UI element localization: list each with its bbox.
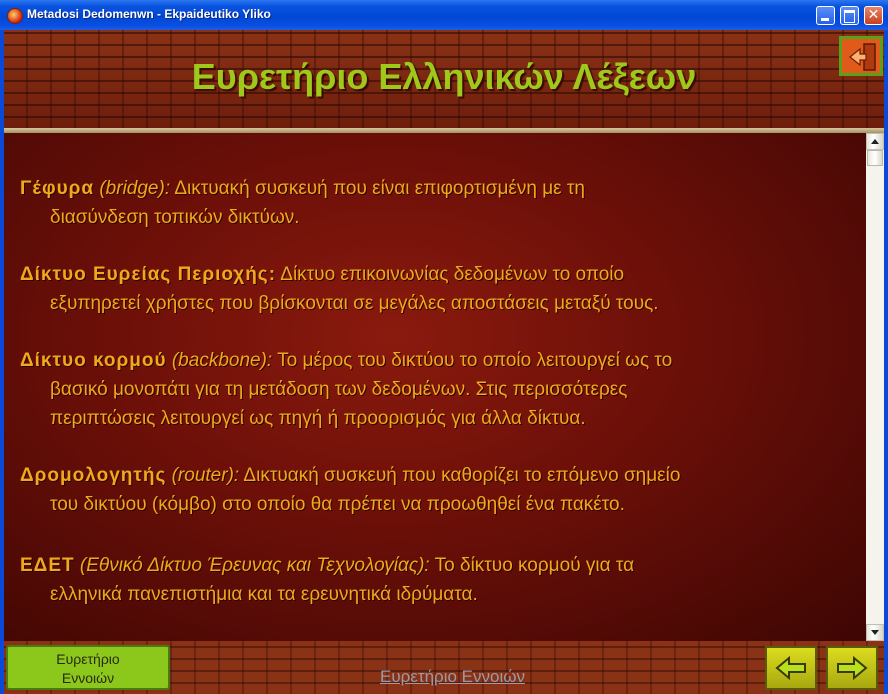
scroll-down-button[interactable] — [866, 624, 884, 641]
window-title: Metadosi Dedomenwn - Ekpaideutiko Yliko — [27, 7, 271, 21]
arrow-left-icon — [775, 656, 806, 680]
back-button[interactable] — [765, 646, 817, 690]
vertical-scrollbar[interactable] — [866, 133, 884, 641]
glossary-entry: Γέφυρα (bridge): Δικτυακή συσκευή που εί… — [20, 174, 858, 232]
entry-definition-cont: βασικό μονοπάτι για τη μετάδοση των δεδο… — [50, 379, 628, 400]
scroll-down-icon — [871, 630, 879, 635]
close-button[interactable]: ✕ — [864, 6, 883, 25]
entry-term: Δίκτυο Ευρείας Περιοχής: — [20, 264, 277, 285]
entry-term: Δίκτυο κορμού — [20, 350, 167, 371]
entry-english: (router): — [171, 465, 240, 486]
entry-definition: Το μέρος του δικτύου το οποίο λειτουργεί… — [277, 350, 673, 371]
index-button-label-1: Ευρετήριο — [56, 651, 120, 667]
page-footer: Ευρετήριο Εννοιών Ευρετήριο Εννοιών — [4, 641, 884, 694]
glossary-content: Γέφυρα (bridge): Δικτυακή συσκευή που εί… — [4, 133, 866, 641]
glossary-entry: ΕΔΕΤ (Εθνικό Δίκτυο Έρευνας και Τεχνολογ… — [20, 551, 858, 609]
entry-definition: Δικτυακή συσκευή που καθορίζει το επόμεν… — [243, 465, 681, 486]
window-title-bar[interactable]: Metadosi Dedomenwn - Ekpaideutiko Yliko … — [0, 0, 888, 30]
entry-definition-cont: εξυπηρετεί χρήστες που βρίσκονται σε μεγ… — [50, 293, 659, 314]
window-frame-right — [884, 30, 888, 694]
maximize-button[interactable] — [840, 6, 859, 25]
entry-definition: Δίκτυο επικοινωνίας δεδομένων το οποίο — [280, 264, 625, 285]
entry-definition-cont: ελληνικά πανεπιστήμια και τα ερευνητικά … — [50, 584, 478, 605]
entry-english: (backbone): — [171, 350, 273, 371]
concept-index-button[interactable]: Ευρετήριο Εννοιών — [6, 645, 170, 690]
exit-door-icon — [849, 43, 876, 71]
entry-term: Δρομολογητής — [20, 465, 167, 486]
forward-button[interactable] — [826, 646, 878, 690]
index-button-label-2: Εννοιών — [61, 670, 115, 686]
entry-english: (Εθνικό Δίκτυο Έρευνας και Τεχνολογίας): — [79, 555, 430, 576]
glossary-entry: Δίκτυο Ευρείας Περιοχής: Δίκτυο επικοινω… — [20, 260, 858, 318]
page-title: Ευρετήριο Ελληνικών Λέξεων — [191, 56, 697, 97]
entry-definition: Το δίκτυο κορμού για τα — [434, 555, 635, 576]
entry-definition: Δικτυακή συσκευή που είναι επιφορτισμένη… — [174, 178, 585, 199]
close-icon: ✕ — [867, 6, 880, 22]
minimize-icon — [821, 18, 829, 21]
entry-english: (bridge): — [99, 178, 171, 199]
scroll-up-icon — [871, 139, 879, 144]
entry-definition-cont: διασύνδεση τοπικών δικτύων. — [50, 207, 300, 228]
concept-index-link[interactable]: Ευρετήριο Εννοιών — [380, 667, 525, 687]
app-icon[interactable] — [7, 8, 23, 24]
entry-term: Γέφυρα — [20, 178, 95, 199]
minimize-button[interactable] — [816, 6, 835, 25]
glossary-entry: Δρομολογητής (router): Δικτυακή συσκευή … — [20, 461, 858, 519]
entry-definition-cont: του δικτύου (κόμβο) στο οποίο θα πρέπει … — [50, 494, 625, 515]
scroll-up-button[interactable] — [866, 133, 884, 150]
entry-definition-cont: περιπτώσεις λειτουργεί ως πηγή ή προορισ… — [50, 408, 586, 429]
page-header: Ευρετήριο Ελληνικών Λέξεων — [4, 30, 884, 128]
scrollbar-thumb[interactable] — [867, 150, 883, 166]
maximize-icon — [844, 10, 855, 23]
arrow-right-icon — [837, 656, 868, 680]
glossary-entry: Δίκτυο κορμού (backbone): Το μέρος του δ… — [20, 346, 858, 433]
entry-term: ΕΔΕΤ — [20, 555, 75, 576]
exit-button[interactable] — [839, 36, 883, 76]
